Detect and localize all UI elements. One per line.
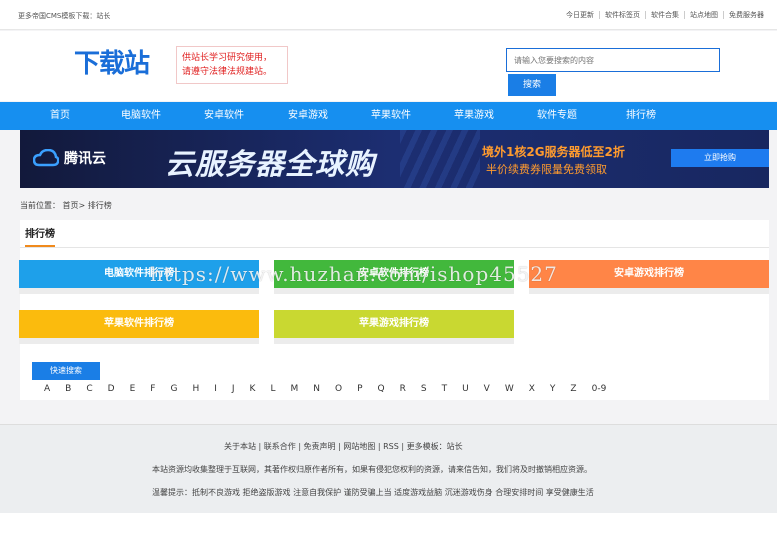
top-link-tags[interactable]: 软件标签页: [599, 11, 645, 19]
letter-link[interactable]: A: [44, 384, 50, 394]
nav-android-games[interactable]: 安卓游戏: [288, 102, 328, 130]
breadcrumb: 当前位置： 首页> 排行榜: [20, 201, 112, 210]
letter-link[interactable]: D: [108, 384, 115, 394]
footer-tips: 温馨提示：抵制不良游戏 拒绝盗版游戏 注意自我保护 谨防受骗上当 适度游戏益脑 …: [152, 488, 594, 497]
letter-link[interactable]: W: [505, 384, 514, 394]
letter-link[interactable]: Z: [570, 384, 576, 394]
top-link-free-server[interactable]: 免费服务器: [723, 11, 769, 19]
site-header: 下载站 供站长学习研究使用， 请遵守法律法规建站。 搜索: [0, 31, 777, 101]
main-nav: 首页 电脑软件 安卓软件 安卓游戏 苹果软件 苹果游戏 软件专题 排行榜: [0, 102, 777, 130]
footer-links: 关于本站 | 联系合作 | 免责声明 | 网站地图 | RSS | 更多模板：站…: [224, 441, 553, 452]
letter-link[interactable]: N: [313, 384, 320, 394]
letter-link[interactable]: V: [484, 384, 490, 394]
cloud-logo-icon: [33, 149, 59, 167]
footer-links-text[interactable]: 关于本站 | 联系合作 | 免责声明 | 网站地图 | RSS | 更多模板：站…: [224, 442, 463, 451]
nav-topics[interactable]: 软件专题: [537, 102, 577, 130]
letter-link[interactable]: C: [86, 384, 92, 394]
tile-android-games-ranking[interactable]: 安卓游戏排行榜: [529, 260, 769, 294]
letter-link[interactable]: J: [232, 384, 235, 394]
panel-title: 排行榜: [25, 225, 55, 247]
nav-home[interactable]: 首页: [50, 102, 70, 130]
banner-subtext: 半价续费券限量免费领取: [486, 163, 607, 176]
banner-decoration: [400, 130, 480, 188]
letter-link[interactable]: T: [442, 384, 448, 394]
letter-link[interactable]: P: [357, 384, 362, 394]
letter-link[interactable]: K: [250, 384, 256, 394]
nav-apple-software[interactable]: 苹果软件: [371, 102, 411, 130]
search-button[interactable]: 搜索: [508, 74, 556, 96]
nav-rankings[interactable]: 排行榜: [626, 102, 656, 130]
redaction-mask: [110, 11, 181, 21]
letter-link[interactable]: Y: [550, 384, 556, 394]
banner-brand: 腾讯云: [64, 151, 106, 167]
banner-deal: 境外1核2G服务器低至2折: [482, 145, 625, 159]
top-link-sitemap[interactable]: 站点地图: [684, 11, 723, 19]
letter-link[interactable]: B: [65, 384, 71, 394]
letter-link[interactable]: L: [270, 384, 275, 394]
letter-link[interactable]: 0-9: [592, 384, 607, 394]
top-bar-links: 今日更新 软件标签页 软件合集 站点地图 免费服务器: [561, 11, 769, 19]
letter-link[interactable]: E: [130, 384, 136, 394]
letter-link[interactable]: F: [150, 384, 155, 394]
letter-link[interactable]: G: [170, 384, 177, 394]
letter-link[interactable]: M: [290, 384, 298, 394]
top-bar-text: 更多帝国CMS模板下载：站长: [18, 12, 111, 20]
nav-apple-games[interactable]: 苹果游戏: [454, 102, 494, 130]
notice-line-1: 供站长学习研究使用，: [182, 53, 273, 63]
ad-banner[interactable]: 腾讯云 云服务器全球购 境外1核2G服务器低至2折 半价续费券限量免费领取 立即…: [20, 130, 769, 188]
tile-apple-games-ranking[interactable]: 苹果游戏排行榜: [274, 310, 514, 344]
logo-redaction: [8, 47, 74, 87]
top-link-collections[interactable]: 软件合集: [645, 11, 684, 19]
usage-notice: 供站长学习研究使用， 请遵守法律法规建站。: [176, 46, 288, 84]
search-input[interactable]: [506, 48, 720, 72]
top-link-today-update[interactable]: 今日更新: [561, 11, 599, 19]
site-logo[interactable]: 下载站: [74, 43, 150, 80]
panel-header: 排行榜: [20, 220, 769, 248]
top-bar-left: 更多帝国CMS模板下载：站长: [18, 11, 181, 21]
footer-disclaimer: 本站资源均收集整理于互联网，其著作权归原作者所有，如果有侵犯您权利的资源，请来信…: [152, 465, 592, 474]
footer-bottom-band: [0, 513, 777, 555]
watermark-url: https://www.huzhan.com/ishop45527: [150, 262, 558, 286]
top-bar: 更多帝国CMS模板下载：站长 今日更新 软件标签页 软件合集 站点地图 免费服务…: [0, 0, 777, 30]
site-footer: 关于本站 | 联系合作 | 免责声明 | 网站地图 | RSS | 更多模板：站…: [0, 424, 777, 555]
letter-link[interactable]: Q: [378, 384, 385, 394]
letter-link[interactable]: O: [335, 384, 342, 394]
tile-apple-software-ranking[interactable]: 苹果软件排行榜: [19, 310, 259, 344]
redaction-mask: [462, 442, 553, 451]
letter-link[interactable]: R: [400, 384, 406, 394]
letter-link[interactable]: U: [462, 384, 469, 394]
letter-link[interactable]: I: [214, 384, 217, 394]
banner-buy-button[interactable]: 立即抢购: [671, 149, 769, 167]
banner-headline: 云服务器全球购: [165, 147, 376, 181]
nav-pc-software[interactable]: 电脑软件: [121, 102, 161, 130]
letter-index: A B C D E F G H I J K L M N O P Q R S T …: [44, 384, 621, 394]
letter-link[interactable]: H: [192, 384, 199, 394]
letter-link[interactable]: S: [421, 384, 427, 394]
letter-link[interactable]: X: [529, 384, 535, 394]
notice-line-2: 请遵守法律法规建站。: [182, 67, 273, 77]
quick-search-button[interactable]: 快速搜索: [32, 362, 100, 380]
nav-android-software[interactable]: 安卓软件: [204, 102, 244, 130]
